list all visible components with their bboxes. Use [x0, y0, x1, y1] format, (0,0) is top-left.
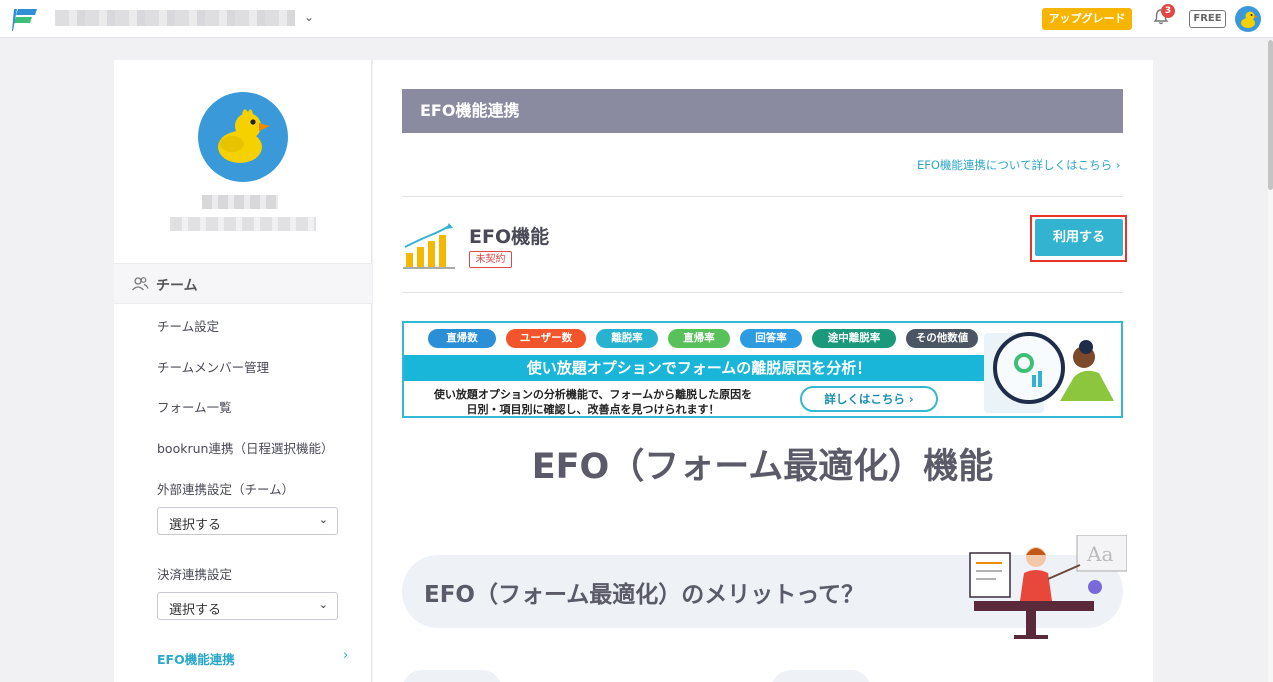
- svg-text:Aa: Aa: [1086, 542, 1113, 566]
- sidebar-item-efo[interactable]: EFO機能連携: [157, 649, 235, 668]
- chevron-down-icon[interactable]: ⌄: [304, 10, 314, 24]
- banner-tag: 離脱率: [596, 329, 658, 348]
- chevron-down-icon: ⌄: [318, 513, 328, 526]
- notification-badge: 3: [1161, 4, 1175, 18]
- external-integration-select[interactable]: 選択する ⌄: [157, 507, 338, 535]
- sidebar-item-bookrun[interactable]: bookrun連携（日程選択機能）: [157, 438, 333, 457]
- page-title: EFO機能連携: [402, 89, 1123, 133]
- divider: [402, 196, 1123, 197]
- growth-chart-icon: [403, 223, 455, 269]
- merit-section: EFO（フォーム最適化）のメリットって？ Aa: [402, 535, 1127, 639]
- banner-details-label: 詳しくはこちら: [824, 392, 905, 406]
- team-name-blurred: [202, 195, 278, 209]
- use-button[interactable]: 利用する: [1035, 219, 1123, 256]
- workspace-name[interactable]: [55, 10, 295, 26]
- section-pill: [771, 670, 871, 682]
- scrollbar-thumb[interactable]: [1268, 40, 1273, 190]
- section-pill: [402, 670, 502, 682]
- banner-details-button[interactable]: 詳しくはこちら ›: [800, 386, 938, 412]
- banner-headline: 使い放題オプションでフォームの離脱原因を分析！: [404, 355, 994, 381]
- learn-more-link[interactable]: EFO機能連携について詳しくはこちら ›: [917, 157, 1120, 173]
- payment-integration-select[interactable]: 選択する ⌄: [157, 592, 338, 620]
- banner-tag: 途中離脱率: [812, 329, 896, 348]
- team-avatar: [198, 92, 288, 182]
- feature-heading: EFO（フォーム最適化）機能: [531, 447, 994, 487]
- banner-subtext: 使い放題オプションの分析機能で、フォームから離脱した原因を: [433, 388, 753, 401]
- banner-subtext: 日別・項目別に確認し、改善点を見つけられます！: [466, 403, 720, 416]
- payment-integration-label: 決済連携設定: [157, 567, 233, 582]
- promo-banner[interactable]: 直帰数 ユーザー数 離脱率 直帰率 回答率 途中離脱率 その他数値 使い放題オプ…: [402, 321, 1123, 418]
- merit-heading: EFO（フォーム最適化）のメリットって？: [424, 582, 865, 608]
- banner-tag: 直帰率: [668, 329, 730, 348]
- external-integration-label: 外部連携設定（チーム）: [157, 482, 295, 497]
- learn-more-text: EFO機能連携について詳しくはこちら: [917, 158, 1113, 172]
- divider: [402, 292, 1123, 293]
- teacher-illustration-icon: Aa: [969, 535, 1127, 639]
- banner-tag: 回答率: [740, 329, 802, 348]
- select-value: 選択する: [169, 603, 222, 618]
- team-section-label: チーム: [156, 278, 198, 294]
- upgrade-button[interactable]: アップグレード: [1042, 8, 1132, 30]
- duck-avatar-icon: [1241, 11, 1258, 28]
- top-bar: ⌄ アップグレード 3 FREE: [0, 0, 1273, 38]
- status-badge: 未契約: [469, 251, 512, 268]
- users-icon: [132, 277, 149, 291]
- team-section-header: チーム: [114, 263, 372, 304]
- sidebar-item-form-list[interactable]: フォーム一覧: [157, 397, 232, 416]
- sidebar-item-team-members[interactable]: チームメンバー管理: [157, 357, 269, 376]
- banner-tag: ユーザー数: [506, 329, 586, 348]
- team-email-blurred: [170, 217, 316, 231]
- sidebar-item-team-settings[interactable]: チーム設定: [157, 316, 219, 335]
- feature-title: EFO機能: [469, 226, 550, 248]
- analytics-illustration-icon: [984, 332, 1114, 413]
- main-content: EFO機能連携 EFO機能連携について詳しくはこちら › EFO機能 未契約 利…: [373, 60, 1153, 682]
- app-logo-icon[interactable]: [12, 7, 38, 31]
- chevron-down-icon: ⌄: [318, 598, 328, 611]
- plan-badge: FREE: [1189, 10, 1226, 28]
- chevron-right-icon: ›: [343, 648, 349, 663]
- user-avatar[interactable]: [1235, 6, 1261, 32]
- duck-avatar-icon: [218, 109, 270, 163]
- banner-tag: 直帰数: [428, 329, 496, 348]
- select-value: 選択する: [169, 518, 222, 533]
- sidebar: チーム チーム設定 チームメンバー管理 フォーム一覧 bookrun連携（日程選…: [114, 60, 372, 682]
